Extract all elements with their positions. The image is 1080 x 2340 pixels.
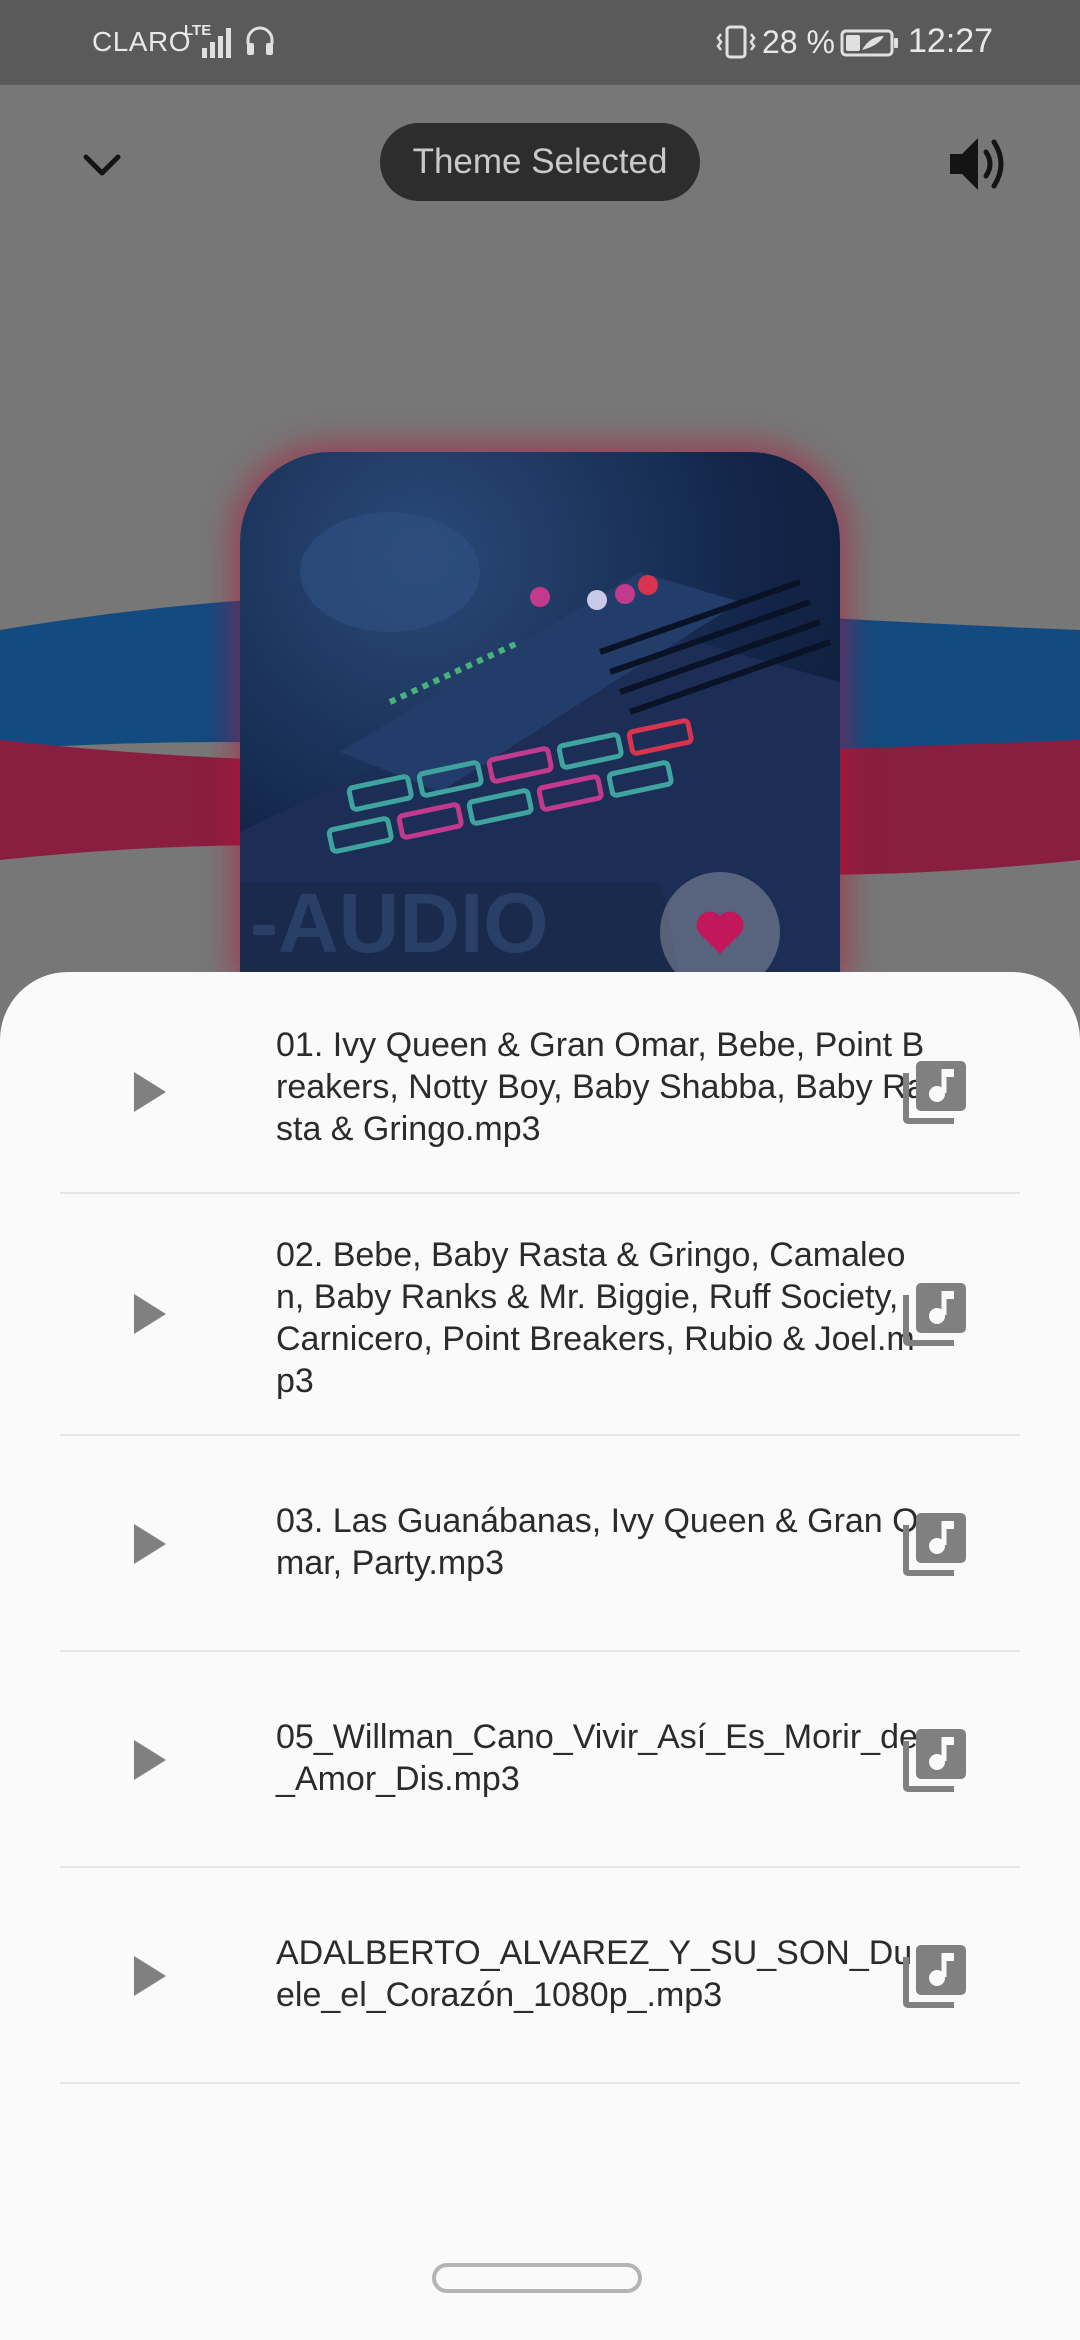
svg-text:-AUDIO: -AUDIO xyxy=(250,876,549,970)
battery-percent: 28 % xyxy=(762,24,835,60)
track-title: ADALBERTO_ALVAREZ_Y_SU_SON_Duele_el_Cora… xyxy=(276,1934,913,2014)
play-icon[interactable] xyxy=(130,1952,170,2000)
music-library-icon[interactable] xyxy=(902,1059,968,1125)
play-icon[interactable] xyxy=(130,1736,170,1784)
status-bar: CLARO LTE 28 % 12:27 xyxy=(0,0,1080,85)
playlist-bottom-sheet[interactable]: 01. Ivy Queen & Gran Omar, Bebe, Point B… xyxy=(0,972,1080,2340)
playlist-item[interactable]: 05_Willman_Cano_Vivir_Así_Es_Morir_de_Am… xyxy=(60,1652,1020,1868)
playlist-item[interactable]: ADALBERTO_ALVAREZ_Y_SU_SON_Duele_el_Cora… xyxy=(60,1868,1020,2084)
play-icon[interactable] xyxy=(130,1290,170,1338)
play-icon[interactable] xyxy=(130,1068,170,1116)
headset-icon xyxy=(246,26,274,55)
theme-selected-toast: Theme Selected xyxy=(380,123,700,201)
music-library-icon[interactable] xyxy=(902,1511,968,1577)
play-icon[interactable] xyxy=(130,1520,170,1568)
music-library-icon[interactable] xyxy=(902,1281,968,1347)
battery-icon xyxy=(840,29,898,57)
clock: 12:27 xyxy=(908,22,994,60)
track-title: 03. Las Guanábanas, Ivy Queen & Gran Oma… xyxy=(276,1502,919,1582)
track-title: 01. Ivy Queen & Gran Omar, Bebe, Point B… xyxy=(276,1026,926,1148)
playlist-item[interactable]: 01. Ivy Queen & Gran Omar, Bebe, Point B… xyxy=(60,992,1020,1194)
volume-icon[interactable] xyxy=(944,130,1012,198)
playlist-item[interactable]: 03. Las Guanábanas, Ivy Queen & Gran Oma… xyxy=(60,1436,1020,1652)
track-title: 05_Willman_Cano_Vivir_Así_Es_Morir_de_Am… xyxy=(276,1718,918,1798)
playlist-item[interactable]: 02. Bebe, Baby Rasta & Gringo, Camaleon,… xyxy=(60,1194,1020,1436)
vibrate-icon xyxy=(716,25,756,59)
heart-icon xyxy=(696,911,744,954)
chevron-down-icon[interactable] xyxy=(72,135,132,195)
signal-icon xyxy=(202,28,231,58)
music-library-icon[interactable] xyxy=(902,1727,968,1793)
track-title: 02. Bebe, Baby Rasta & Gringo, Camaleon,… xyxy=(276,1236,915,1400)
home-indicator[interactable] xyxy=(432,2263,642,2293)
music-library-icon[interactable] xyxy=(902,1943,968,2009)
carrier-label: CLARO xyxy=(92,26,191,57)
